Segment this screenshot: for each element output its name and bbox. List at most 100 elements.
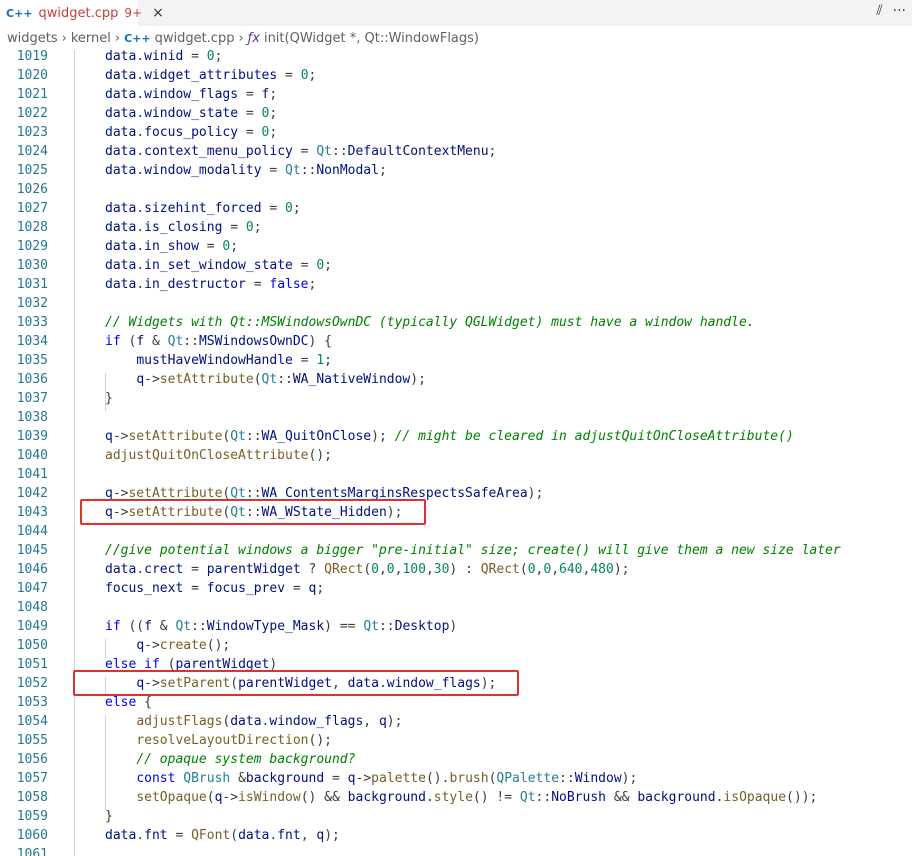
line-number: 1038 bbox=[16, 410, 48, 425]
breadcrumb-widgets[interactable]: widgets bbox=[7, 31, 58, 46]
breadcrumb-kernel[interactable]: kernel bbox=[71, 31, 111, 46]
code-text[interactable]: setOpaque(q->isWindow() && background.st… bbox=[105, 788, 817, 807]
code-text[interactable]: data.window_state = 0; bbox=[105, 104, 277, 123]
line-number: 1025 bbox=[16, 163, 48, 178]
code-text[interactable]: data.window_modality = Qt::NonModal; bbox=[105, 161, 387, 180]
breadcrumb-function[interactable]: init(QWidget *, Qt::WindowFlags) bbox=[264, 31, 479, 46]
code-text[interactable]: const QBrush &background = q->palette().… bbox=[105, 769, 637, 788]
code-line: 1024 data.context_menu_policy = Qt::Defau… bbox=[0, 142, 912, 161]
code-text[interactable]: q->setAttribute(Qt::WA_QuitOnClose); // … bbox=[105, 427, 794, 446]
code-line: 1039 q->setAttribute(Qt::WA_QuitOnClose);… bbox=[0, 427, 912, 446]
line-number: 1026 bbox=[16, 182, 48, 197]
code-text[interactable]: adjustQuitOnCloseAttribute(); bbox=[105, 446, 332, 465]
code-line: 1023 data.focus_policy = 0; bbox=[0, 123, 912, 142]
code-line: 1059} bbox=[0, 807, 912, 826]
code-line: 1033 // Widgets with Qt::MSWindowsOwnDC (… bbox=[0, 313, 912, 332]
code-text[interactable]: data.winid = 0; bbox=[105, 50, 222, 66]
line-number: 1022 bbox=[16, 106, 48, 121]
code-line: 1026 bbox=[0, 180, 912, 199]
line-number: 1041 bbox=[16, 467, 48, 482]
line-number: 1035 bbox=[16, 353, 48, 368]
code-line: 1025 data.window_modality = Qt::NonModal; bbox=[0, 161, 912, 180]
code-text[interactable]: data.in_show = 0; bbox=[105, 237, 238, 256]
line-number: 1033 bbox=[16, 315, 48, 330]
line-number: 1055 bbox=[16, 733, 48, 748]
code-text[interactable]: // Widgets with Qt::MSWindowsOwnDC (typi… bbox=[105, 313, 755, 332]
line-number: 1020 bbox=[16, 68, 48, 83]
tab-filename: qwidget.cpp bbox=[38, 5, 119, 21]
code-text[interactable]: if ((f & Qt::WindowType_Mask) == Qt::Des… bbox=[105, 617, 457, 636]
close-icon[interactable]: × bbox=[152, 5, 164, 21]
code-text[interactable]: resolveLayoutDirection(); bbox=[105, 731, 332, 750]
code-line: 1046 data.crect = parentWidget ? QRect(0,… bbox=[0, 560, 912, 579]
code-text[interactable]: data.context_menu_policy = Qt::DefaultCo… bbox=[105, 142, 496, 161]
code-line: 1045 //give potential windows a bigger "p… bbox=[0, 541, 912, 560]
code-text[interactable]: q->setAttribute(Qt::WA_NativeWindow); bbox=[105, 370, 426, 389]
code-line: 1041 bbox=[0, 465, 912, 484]
code-text[interactable]: } bbox=[105, 807, 113, 826]
code-text[interactable]: data.focus_policy = 0; bbox=[105, 123, 277, 142]
code-text[interactable]: data.in_set_window_state = 0; bbox=[105, 256, 332, 275]
code-line: 1028 data.is_closing = 0; bbox=[0, 218, 912, 237]
code-line: 1030 data.in_set_window_state = 0; bbox=[0, 256, 912, 275]
code-text[interactable]: data.widget_attributes = 0; bbox=[105, 66, 316, 85]
code-line: 1037} bbox=[0, 389, 912, 408]
line-number: 1046 bbox=[16, 562, 48, 577]
code-text[interactable]: data.sizehint_forced = 0; bbox=[105, 199, 301, 218]
line-number: 1029 bbox=[16, 239, 48, 254]
code-text[interactable]: //give potential windows a bigger "pre-i… bbox=[105, 541, 841, 560]
code-line: 1047 focus_next = focus_prev = q; bbox=[0, 579, 912, 598]
line-number: 1028 bbox=[16, 220, 48, 235]
line-number: 1043 bbox=[16, 505, 48, 520]
line-number: 1037 bbox=[16, 391, 48, 406]
code-text[interactable]: focus_next = focus_prev = q; bbox=[105, 579, 324, 598]
line-number: 1031 bbox=[16, 277, 48, 292]
editor-tab[interactable]: C++ qwidget.cpp 9+ × bbox=[0, 0, 164, 26]
code-text[interactable]: adjustFlags(data.window_flags, q); bbox=[105, 712, 402, 731]
chevron-right-icon: › bbox=[61, 30, 67, 46]
line-number: 1054 bbox=[16, 714, 48, 729]
line-number: 1051 bbox=[16, 657, 48, 672]
code-text[interactable]: // opaque system background? bbox=[105, 750, 355, 769]
line-number: 1040 bbox=[16, 448, 48, 463]
more-actions-icon[interactable]: ··· bbox=[893, 3, 906, 19]
code-line: 1034 if (f & Qt::MSWindowsOwnDC) { bbox=[0, 332, 912, 351]
code-text[interactable]: data.crect = parentWidget ? QRect(0,0,10… bbox=[105, 560, 629, 579]
line-number: 1047 bbox=[16, 581, 48, 596]
chevron-right-icon: › bbox=[238, 30, 244, 46]
code-text[interactable]: data.in_destructor = false; bbox=[105, 275, 316, 294]
split-editor-icon[interactable]: ⫽ bbox=[876, 3, 882, 19]
code-text[interactable]: data.is_closing = 0; bbox=[105, 218, 262, 237]
code-text[interactable]: data.window_flags = f; bbox=[105, 85, 277, 104]
code-text[interactable]: } bbox=[105, 389, 113, 408]
code-line: 1029 data.in_show = 0; bbox=[0, 237, 912, 256]
line-number: 1057 bbox=[16, 771, 48, 786]
chevron-right-icon: › bbox=[114, 30, 121, 46]
code-line: 1031 data.in_destructor = false; bbox=[0, 275, 912, 294]
line-number: 1060 bbox=[16, 828, 48, 843]
line-number: 1032 bbox=[16, 296, 48, 311]
code-line: 1040 adjustQuitOnCloseAttribute(); bbox=[0, 446, 912, 465]
code-text[interactable]: mustHaveWindowHandle = 1; bbox=[105, 351, 332, 370]
code-line: 1054 adjustFlags(data.window_flags, q); bbox=[0, 712, 912, 731]
code-line: 1050 q->create(); bbox=[0, 636, 912, 655]
line-number: 1027 bbox=[16, 201, 48, 216]
problems-badge: 9+ bbox=[124, 6, 143, 20]
code-line: 1058 setOpaque(q->isWindow() && backgrou… bbox=[0, 788, 912, 807]
line-number: 1044 bbox=[16, 524, 48, 539]
code-line: 1027 data.sizehint_forced = 0; bbox=[0, 199, 912, 218]
breadcrumb-file[interactable]: qwidget.cpp bbox=[155, 31, 235, 46]
code-line: 1061 bbox=[0, 845, 912, 856]
line-number: 1049 bbox=[16, 619, 48, 634]
code-editor[interactable]: 1019 data.winid = 0; 1020 data.widget_attri… bbox=[0, 50, 912, 856]
code-line: 1060 data.fnt = QFont(data.fnt, q); bbox=[0, 826, 912, 845]
code-text[interactable]: q->create(); bbox=[105, 636, 230, 655]
line-number: 1034 bbox=[16, 334, 48, 349]
tab-actions: ⫽ ··· bbox=[876, 3, 906, 19]
code-text[interactable]: if (f & Qt::MSWindowsOwnDC) { bbox=[105, 332, 332, 351]
line-number: 1059 bbox=[16, 809, 48, 824]
code-line: 1021 data.window_flags = f; bbox=[0, 85, 912, 104]
line-number: 1036 bbox=[16, 372, 48, 387]
code-text[interactable]: data.fnt = QFont(data.fnt, q); bbox=[105, 826, 340, 845]
highlight-box bbox=[73, 670, 519, 696]
